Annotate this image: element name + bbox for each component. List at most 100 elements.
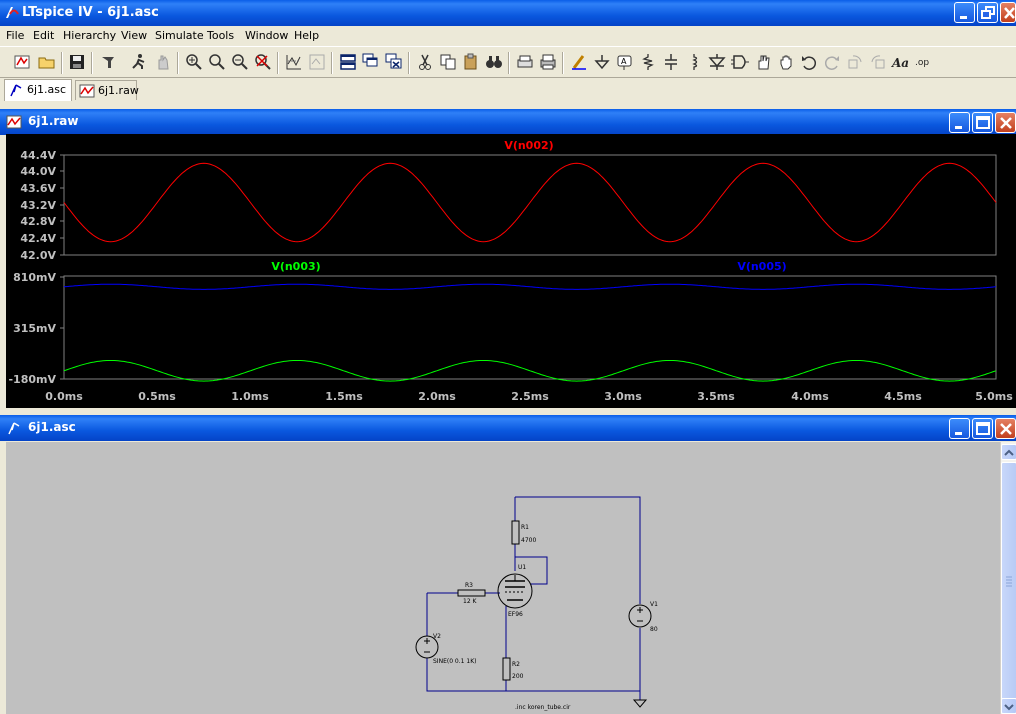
mirror-icon[interactable] bbox=[868, 52, 888, 72]
redo-icon[interactable] bbox=[822, 52, 842, 72]
diode-icon[interactable] bbox=[707, 52, 727, 72]
menu-file[interactable]: File bbox=[6, 29, 24, 42]
close-icon bbox=[1000, 117, 1012, 129]
tube-u1[interactable] bbox=[497, 573, 533, 609]
label-net-icon[interactable]: A bbox=[615, 52, 635, 72]
trace-name-v-n002[interactable]: V(n002) bbox=[504, 139, 553, 152]
x-tick-label: 3.0ms bbox=[604, 390, 642, 403]
autorange-icon[interactable] bbox=[284, 52, 304, 72]
open-schematic-icon[interactable] bbox=[12, 52, 32, 72]
restore-icon bbox=[981, 6, 995, 19]
toolbar-separator bbox=[508, 52, 510, 74]
resistor-r2[interactable] bbox=[502, 657, 511, 681]
waveform-close-button[interactable] bbox=[995, 112, 1016, 133]
draw-wire-icon[interactable] bbox=[569, 52, 589, 72]
waveform-maximize-button[interactable] bbox=[972, 112, 993, 133]
menu-edit[interactable]: Edit bbox=[33, 29, 54, 42]
maximize-icon bbox=[976, 116, 990, 129]
title-bar: LTspice IV - 6j1.asc bbox=[0, 0, 1016, 26]
control-panel-icon[interactable] bbox=[98, 52, 118, 72]
trace-line-v-n003[interactable] bbox=[63, 360, 997, 382]
cascade-icon[interactable] bbox=[361, 52, 381, 72]
scroll-thumb[interactable] bbox=[1001, 462, 1016, 700]
edit-waveform-icon[interactable] bbox=[307, 52, 327, 72]
tab-label: 6j1.asc bbox=[27, 83, 67, 96]
scroll-down-button[interactable] bbox=[1001, 698, 1016, 714]
resistor-r3[interactable] bbox=[457, 589, 486, 597]
plot-canvas[interactable]: V(n002) V(n003) V(n005) 44.4V 44.0V 43.6… bbox=[6, 134, 1016, 408]
voltage-source-v1[interactable] bbox=[628, 604, 652, 628]
trace-line-v-n005[interactable] bbox=[63, 283, 997, 290]
copy-icon[interactable] bbox=[438, 52, 458, 72]
run-icon[interactable] bbox=[129, 52, 149, 72]
trace-name-v-n003[interactable]: V(n003) bbox=[271, 260, 320, 273]
close-all-icon[interactable] bbox=[384, 52, 404, 72]
paste-icon[interactable] bbox=[461, 52, 481, 72]
spice-directive-icon[interactable]: .op bbox=[914, 52, 934, 72]
x-tick-label: 4.5ms bbox=[884, 390, 922, 403]
menu-help[interactable]: Help bbox=[294, 29, 319, 42]
ltspice-logo-icon bbox=[6, 7, 19, 18]
print-preview-icon[interactable] bbox=[515, 52, 535, 72]
menu-hierarchy[interactable]: Hierarchy bbox=[63, 29, 116, 42]
undo-icon[interactable] bbox=[799, 52, 819, 72]
scroll-up-button[interactable] bbox=[1001, 444, 1016, 460]
cut-icon[interactable] bbox=[415, 52, 435, 72]
capacitor-icon[interactable] bbox=[661, 52, 681, 72]
print-icon[interactable] bbox=[538, 52, 558, 72]
spice-directive[interactable]: .inc koren_tube.cir bbox=[515, 704, 571, 711]
menu-simulate[interactable]: Simulate bbox=[155, 29, 204, 42]
halt-icon[interactable] bbox=[153, 52, 173, 72]
component-icon[interactable] bbox=[730, 52, 750, 72]
y-tick-label: 42.4V bbox=[20, 232, 56, 245]
tab-label: 6j1.raw bbox=[98, 84, 139, 97]
top-y-axis: 44.4V 44.0V 43.6V 43.2V 42.8V 42.4V 42.0… bbox=[20, 149, 64, 262]
waveform-minimize-button[interactable] bbox=[949, 112, 970, 133]
schematic-close-button[interactable] bbox=[995, 418, 1016, 439]
trace-name-v-n005[interactable]: V(n005) bbox=[737, 260, 786, 273]
move-icon[interactable] bbox=[753, 52, 773, 72]
tab-6j1-asc[interactable]: 6j1.asc bbox=[4, 79, 72, 101]
zoom-fit-icon[interactable] bbox=[253, 52, 273, 72]
trace-line-v-n002[interactable] bbox=[63, 162, 997, 243]
y-tick-label: 315mV bbox=[13, 322, 56, 335]
restore-button[interactable] bbox=[977, 2, 998, 23]
save-icon[interactable] bbox=[67, 52, 87, 72]
schematic-canvas[interactable]: R1 4700 R3 12 K R2 200 U1 EF96 V1 80 V2 … bbox=[6, 442, 1000, 714]
ground-symbol[interactable] bbox=[632, 699, 648, 708]
waveform-plot[interactable]: V(n002) V(n003) V(n005) 44.4V 44.0V 43.6… bbox=[6, 134, 1016, 408]
resistor-r1[interactable] bbox=[511, 520, 520, 545]
zoom-in-icon[interactable] bbox=[184, 52, 204, 72]
x-tick-label: 2.0ms bbox=[418, 390, 456, 403]
rotate-icon[interactable] bbox=[845, 52, 865, 72]
text-icon[interactable]: Aa bbox=[891, 52, 911, 72]
menu-window[interactable]: Window bbox=[245, 29, 288, 42]
inductor-icon[interactable] bbox=[684, 52, 704, 72]
r3-name: R3 bbox=[465, 582, 473, 589]
schematic-window-title: 6j1.asc bbox=[28, 420, 76, 434]
resistor-icon[interactable] bbox=[638, 52, 658, 72]
find-icon[interactable] bbox=[484, 52, 504, 72]
minimize-button[interactable] bbox=[954, 2, 975, 23]
tab-6j1-raw[interactable]: 6j1.raw bbox=[75, 80, 139, 100]
open-file-icon[interactable] bbox=[37, 52, 57, 72]
toolbar-separator bbox=[277, 52, 279, 74]
window-title: LTspice IV - 6j1.asc bbox=[22, 5, 159, 20]
wires[interactable] bbox=[426, 496, 641, 700]
zoom-out-icon[interactable] bbox=[230, 52, 250, 72]
x-tick-label: 5.0ms bbox=[975, 390, 1013, 403]
drag-icon[interactable] bbox=[776, 52, 796, 72]
minimize-icon bbox=[955, 432, 962, 435]
schematic-vertical-scrollbar[interactable] bbox=[1000, 442, 1016, 714]
close-button[interactable] bbox=[1000, 2, 1016, 23]
zoom-pan-icon[interactable] bbox=[207, 52, 227, 72]
schematic-maximize-button[interactable] bbox=[972, 418, 993, 439]
toolbar-separator bbox=[408, 52, 410, 74]
waveform-window-title: 6j1.raw bbox=[28, 114, 79, 128]
schematic-minimize-button[interactable] bbox=[949, 418, 970, 439]
menu-view[interactable]: View bbox=[121, 29, 147, 42]
y-tick-label: 43.6V bbox=[20, 182, 56, 195]
menu-tools[interactable]: Tools bbox=[207, 29, 234, 42]
ground-icon[interactable] bbox=[592, 52, 612, 72]
tile-horizontal-icon[interactable] bbox=[338, 52, 358, 72]
